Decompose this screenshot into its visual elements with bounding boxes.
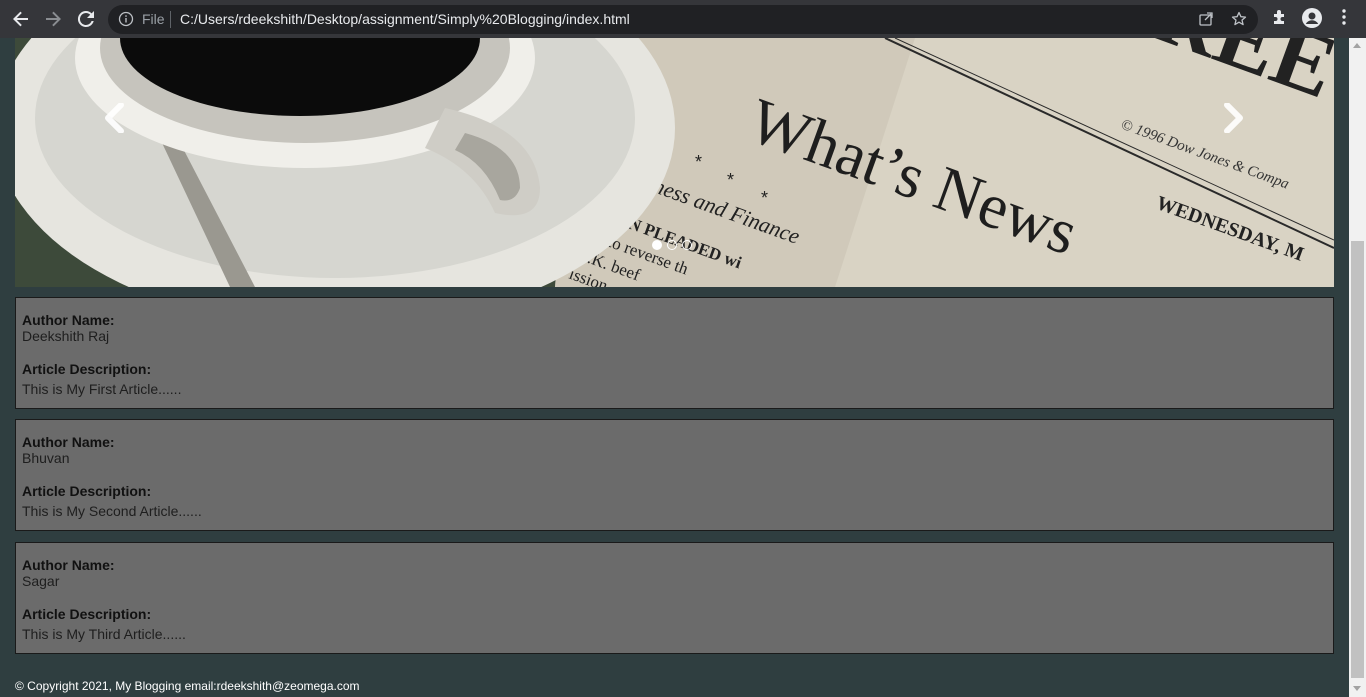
article-card: Author Name: Deekshith Raj Article Descr… <box>15 297 1334 409</box>
forward-arrow-icon <box>46 11 61 27</box>
article-card: Author Name: Bhuvan Article Description:… <box>15 419 1334 531</box>
back-arrow-icon <box>13 11 28 27</box>
kebab-menu-icon[interactable] <box>1340 8 1348 26</box>
author-name-label: Author Name: <box>22 434 115 450</box>
forward-button[interactable] <box>40 7 66 31</box>
vertical-scrollbar[interactable] <box>1349 38 1366 697</box>
reload-icon <box>77 10 94 27</box>
author-name-value: Bhuvan <box>22 450 70 466</box>
author-name-label: Author Name: <box>22 312 115 328</box>
article-description-value: This is My First Article...... <box>22 381 182 397</box>
reload-button[interactable] <box>73 7 99 31</box>
article-description-label: Article Description: <box>22 483 152 499</box>
scroll-down-arrow-icon[interactable] <box>1353 686 1361 691</box>
article-description-label: Article Description: <box>22 606 152 622</box>
bookmark-star-icon[interactable] <box>1231 11 1247 27</box>
svg-text:*: * <box>695 152 702 172</box>
author-name-label: Author Name: <box>22 557 115 573</box>
carousel-indicator-2[interactable] <box>667 240 677 250</box>
carousel-indicators <box>652 240 692 250</box>
carousel-prev-control[interactable] <box>85 93 145 143</box>
svg-text:*: * <box>761 188 768 208</box>
chevron-right-icon <box>1224 103 1243 133</box>
article-description-value: This is My Third Article...... <box>22 626 186 642</box>
footer-copyright: © Copyright 2021, My Blogging email:rdee… <box>15 679 360 693</box>
carousel-indicator-3[interactable] <box>682 240 692 250</box>
browser-toolbar: File C:/Users/rdeekshith/Desktop/assignm… <box>0 0 1366 38</box>
article-description-value: This is My Second Article...... <box>22 503 202 519</box>
info-icon[interactable] <box>118 11 134 27</box>
chevron-left-icon <box>105 103 124 133</box>
carousel-indicator-1[interactable] <box>652 240 662 250</box>
page-content: What’s News STREE Business and Finance ©… <box>0 38 1349 697</box>
carousel-next-control[interactable] <box>1203 93 1263 143</box>
url-scheme-label: File <box>142 11 165 27</box>
article-card: Author Name: Sagar Article Description: … <box>15 542 1334 654</box>
omnibox-divider <box>170 11 171 28</box>
image-carousel: What’s News STREE Business and Finance ©… <box>15 38 1334 287</box>
author-name-value: Sagar <box>22 573 60 589</box>
svg-text:*: * <box>727 170 734 190</box>
scroll-up-arrow-icon[interactable] <box>1353 43 1361 48</box>
author-name-value: Deekshith Raj <box>22 328 110 344</box>
profile-avatar-icon[interactable] <box>1302 8 1322 28</box>
address-bar[interactable]: File C:/Users/rdeekshith/Desktop/assignm… <box>108 5 1258 34</box>
article-description-label: Article Description: <box>22 361 152 377</box>
extensions-icon[interactable] <box>1271 8 1289 26</box>
url-text[interactable]: C:/Users/rdeekshith/Desktop/assignment/S… <box>180 11 630 27</box>
share-icon[interactable] <box>1198 11 1214 27</box>
back-button[interactable] <box>8 7 34 31</box>
scrollbar-thumb[interactable] <box>1351 241 1364 678</box>
